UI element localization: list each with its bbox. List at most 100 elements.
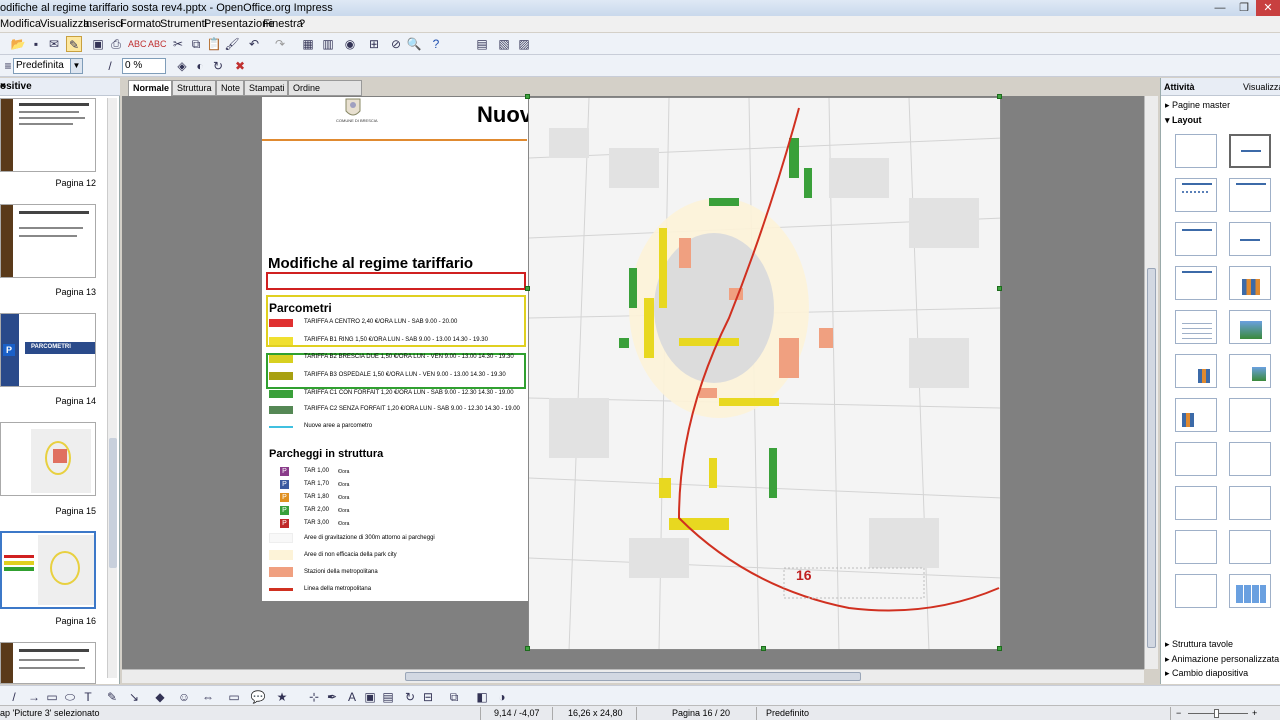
- alignment-icon[interactable]: ⊟: [420, 689, 436, 705]
- layout-title-2content[interactable]: [1229, 178, 1271, 212]
- slide-thumbnail-14[interactable]: P PARCOMETRI: [0, 313, 96, 387]
- edit-file-icon[interactable]: ✎: [66, 36, 82, 52]
- status-page[interactable]: Pagina 16 / 20: [672, 708, 730, 718]
- paste-icon[interactable]: 📋: [206, 36, 222, 52]
- layout-4obj[interactable]: [1175, 574, 1217, 608]
- symbol-shapes-icon[interactable]: ☺: [176, 689, 192, 705]
- arrow-line-icon[interactable]: →: [26, 689, 42, 705]
- layout-blank[interactable]: [1175, 134, 1217, 168]
- zoom-field[interactable]: 0 %: [122, 58, 166, 74]
- resize-handle-mr[interactable]: [997, 286, 1002, 291]
- tasks-view-menu[interactable]: Visualizza: [1243, 82, 1280, 92]
- rectangle-icon[interactable]: ▭: [44, 689, 60, 705]
- spellcheck-icon[interactable]: ABC: [128, 36, 147, 52]
- slide-thumbnail-15[interactable]: [0, 422, 96, 496]
- minimize-button[interactable]: —: [1208, 0, 1232, 16]
- area-icon[interactable]: ◈: [174, 58, 190, 74]
- resize-handle-ml[interactable]: [525, 286, 530, 291]
- resize-handle-bm[interactable]: [761, 646, 766, 651]
- resize-handle-tl[interactable]: [525, 94, 530, 99]
- resize-handle-tr[interactable]: [997, 94, 1002, 99]
- layout-text-object[interactable]: [1229, 398, 1271, 432]
- print-icon[interactable]: ⎙: [108, 36, 124, 52]
- menu-modifica[interactable]: Modifica: [0, 18, 41, 30]
- redo-icon[interactable]: ↷: [272, 36, 288, 52]
- layout-title-2col[interactable]: [1175, 266, 1217, 300]
- close-button[interactable]: ✕: [1256, 0, 1280, 16]
- table-design-section[interactable]: ▸ Struttura tavole: [1165, 639, 1233, 650]
- layout-text-over-2obj[interactable]: [1229, 530, 1271, 564]
- slide-thumbnail-13[interactable]: [0, 204, 96, 278]
- callouts-icon[interactable]: 💬: [250, 689, 266, 705]
- connector-icon[interactable]: ↘: [126, 689, 142, 705]
- chart-icon[interactable]: ▥: [320, 36, 336, 52]
- layout-2obj-text[interactable]: [1229, 442, 1271, 476]
- menu-visualizza[interactable]: Visualizza: [40, 18, 89, 30]
- line-icon[interactable]: /: [102, 58, 118, 74]
- table-icon[interactable]: ▦: [300, 36, 316, 52]
- vertical-scrollbar-thumb[interactable]: [1147, 268, 1156, 648]
- layout-text-over-obj[interactable]: [1175, 530, 1217, 564]
- zoom-in-icon[interactable]: +: [1252, 708, 1257, 718]
- layout-text-clipart[interactable]: [1229, 354, 1271, 388]
- style-select[interactable]: Predefinita ▼: [13, 58, 83, 74]
- draw-functions-icon[interactable]: ⊘: [388, 36, 404, 52]
- open-icon[interactable]: 📂: [10, 36, 26, 52]
- maximize-button[interactable]: ❐: [1232, 0, 1256, 16]
- tab-ordine-diapositive[interactable]: Ordine diapositive: [288, 80, 362, 107]
- layout-title-chart[interactable]: [1229, 266, 1271, 300]
- save-icon[interactable]: ▪: [28, 36, 44, 52]
- flowchart-icon[interactable]: ▭: [226, 689, 242, 705]
- extrusion-icon[interactable]: ◧: [474, 689, 490, 705]
- ellipse-icon[interactable]: ⬭: [62, 689, 78, 705]
- pdf-icon[interactable]: ▣: [90, 36, 106, 52]
- layout-centered-text[interactable]: [1229, 222, 1271, 256]
- block-arrows-icon[interactable]: ⇔: [200, 689, 216, 705]
- slide-thumbnail-12[interactable]: [0, 98, 96, 172]
- menu-formato[interactable]: Formato: [120, 18, 161, 30]
- master-pages-section[interactable]: ▸ Pagine master: [1165, 100, 1230, 111]
- rotate-tool-icon[interactable]: ↻: [402, 689, 418, 705]
- curve-icon[interactable]: ✎: [104, 689, 120, 705]
- cut-icon[interactable]: ✂: [170, 36, 186, 52]
- gallery-icon[interactable]: ▤: [380, 689, 396, 705]
- layout-obj-over-text[interactable]: [1175, 486, 1217, 520]
- basic-shapes-icon[interactable]: ◆: [152, 689, 168, 705]
- glue-points-icon[interactable]: ✒: [324, 689, 340, 705]
- slide-thumbnail-17[interactable]: [0, 642, 96, 684]
- autospell-icon[interactable]: ABC: [148, 36, 167, 52]
- tab-normale[interactable]: Normale: [128, 80, 172, 96]
- custom-animation-section[interactable]: ▸ Animazione personalizzata: [1165, 654, 1279, 665]
- email-icon[interactable]: ✉: [46, 36, 62, 52]
- zoom-icon[interactable]: 🔍: [406, 36, 422, 52]
- slide-transition-section[interactable]: ▸ Cambio diapositiva: [1165, 668, 1248, 679]
- layout-section[interactable]: ▾ Layout: [1165, 115, 1202, 126]
- shadow-icon[interactable]: ◐: [192, 58, 208, 74]
- layout-text-chart[interactable]: [1175, 354, 1217, 388]
- stars-icon[interactable]: ★: [274, 689, 290, 705]
- layout-title-only[interactable]: [1229, 134, 1271, 168]
- slides-scrollbar-thumb[interactable]: [109, 438, 117, 568]
- tab-note[interactable]: Note: [216, 80, 244, 96]
- format-paintbrush-icon[interactable]: 🖌: [224, 36, 240, 52]
- layout-chart-text[interactable]: [1175, 398, 1217, 432]
- menu-inserisci[interactable]: Inserisci: [83, 18, 123, 30]
- layout-title-table[interactable]: [1175, 310, 1217, 344]
- slide-layout-icon[interactable]: ▨: [516, 36, 532, 52]
- crop-icon[interactable]: ✖: [232, 58, 248, 74]
- tab-struttura[interactable]: Struttura: [172, 80, 216, 96]
- close-icon[interactable]: ×: [0, 81, 116, 92]
- layout-text-2obj[interactable]: [1175, 442, 1217, 476]
- fontwork-icon[interactable]: A: [344, 689, 360, 705]
- resize-handle-bl[interactable]: [525, 646, 530, 651]
- points-icon[interactable]: ⊹: [306, 689, 322, 705]
- copy-icon[interactable]: ⧉: [188, 36, 204, 52]
- layout-title-clipart[interactable]: [1229, 310, 1271, 344]
- line-tool-icon[interactable]: /: [6, 689, 22, 705]
- undo-icon[interactable]: ↶: [246, 36, 262, 52]
- help-icon[interactable]: ?: [428, 36, 444, 52]
- grid-icon[interactable]: ⊞: [366, 36, 382, 52]
- menu-help[interactable]: ?: [299, 18, 305, 30]
- layout-title-content[interactable]: [1175, 178, 1217, 212]
- layout-2obj-over-text[interactable]: [1229, 486, 1271, 520]
